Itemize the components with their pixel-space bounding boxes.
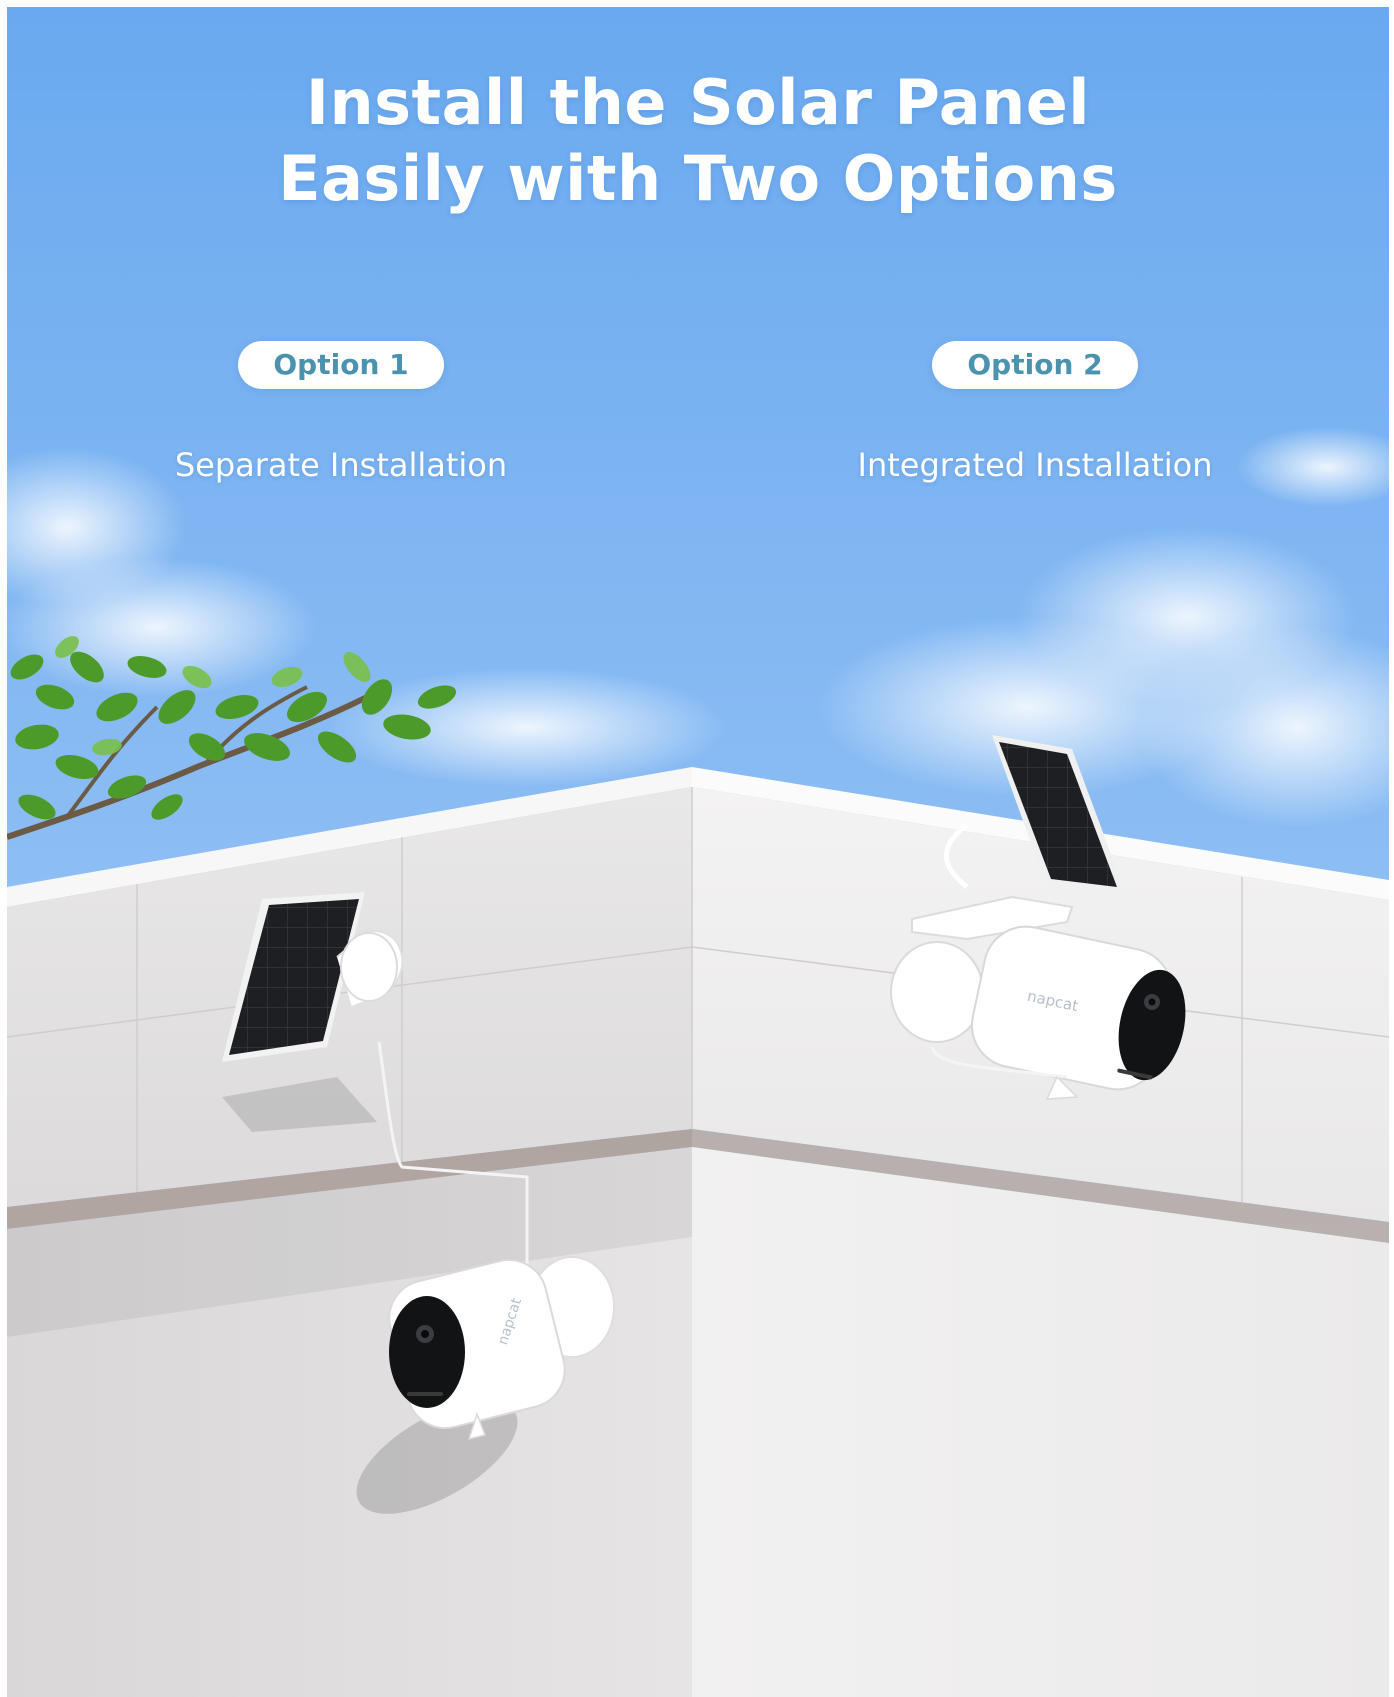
product-scene: napcat napcat Install the Solar Panel Ea… — [7, 7, 1389, 1697]
option-1-badge: Option 1 — [238, 341, 444, 389]
headline-line-1: Install the Solar Panel — [305, 66, 1091, 139]
headline: Install the Solar Panel Easily with Two … — [7, 65, 1389, 217]
scene-illustration — [7, 7, 1389, 1697]
option-2-badge: Option 2 — [932, 341, 1138, 389]
headline-line-2: Easily with Two Options — [278, 142, 1118, 215]
wall-right — [692, 1147, 1389, 1697]
option-2-title: Integrated Installation — [857, 446, 1213, 484]
option-1-title: Separate Installation — [174, 446, 508, 484]
